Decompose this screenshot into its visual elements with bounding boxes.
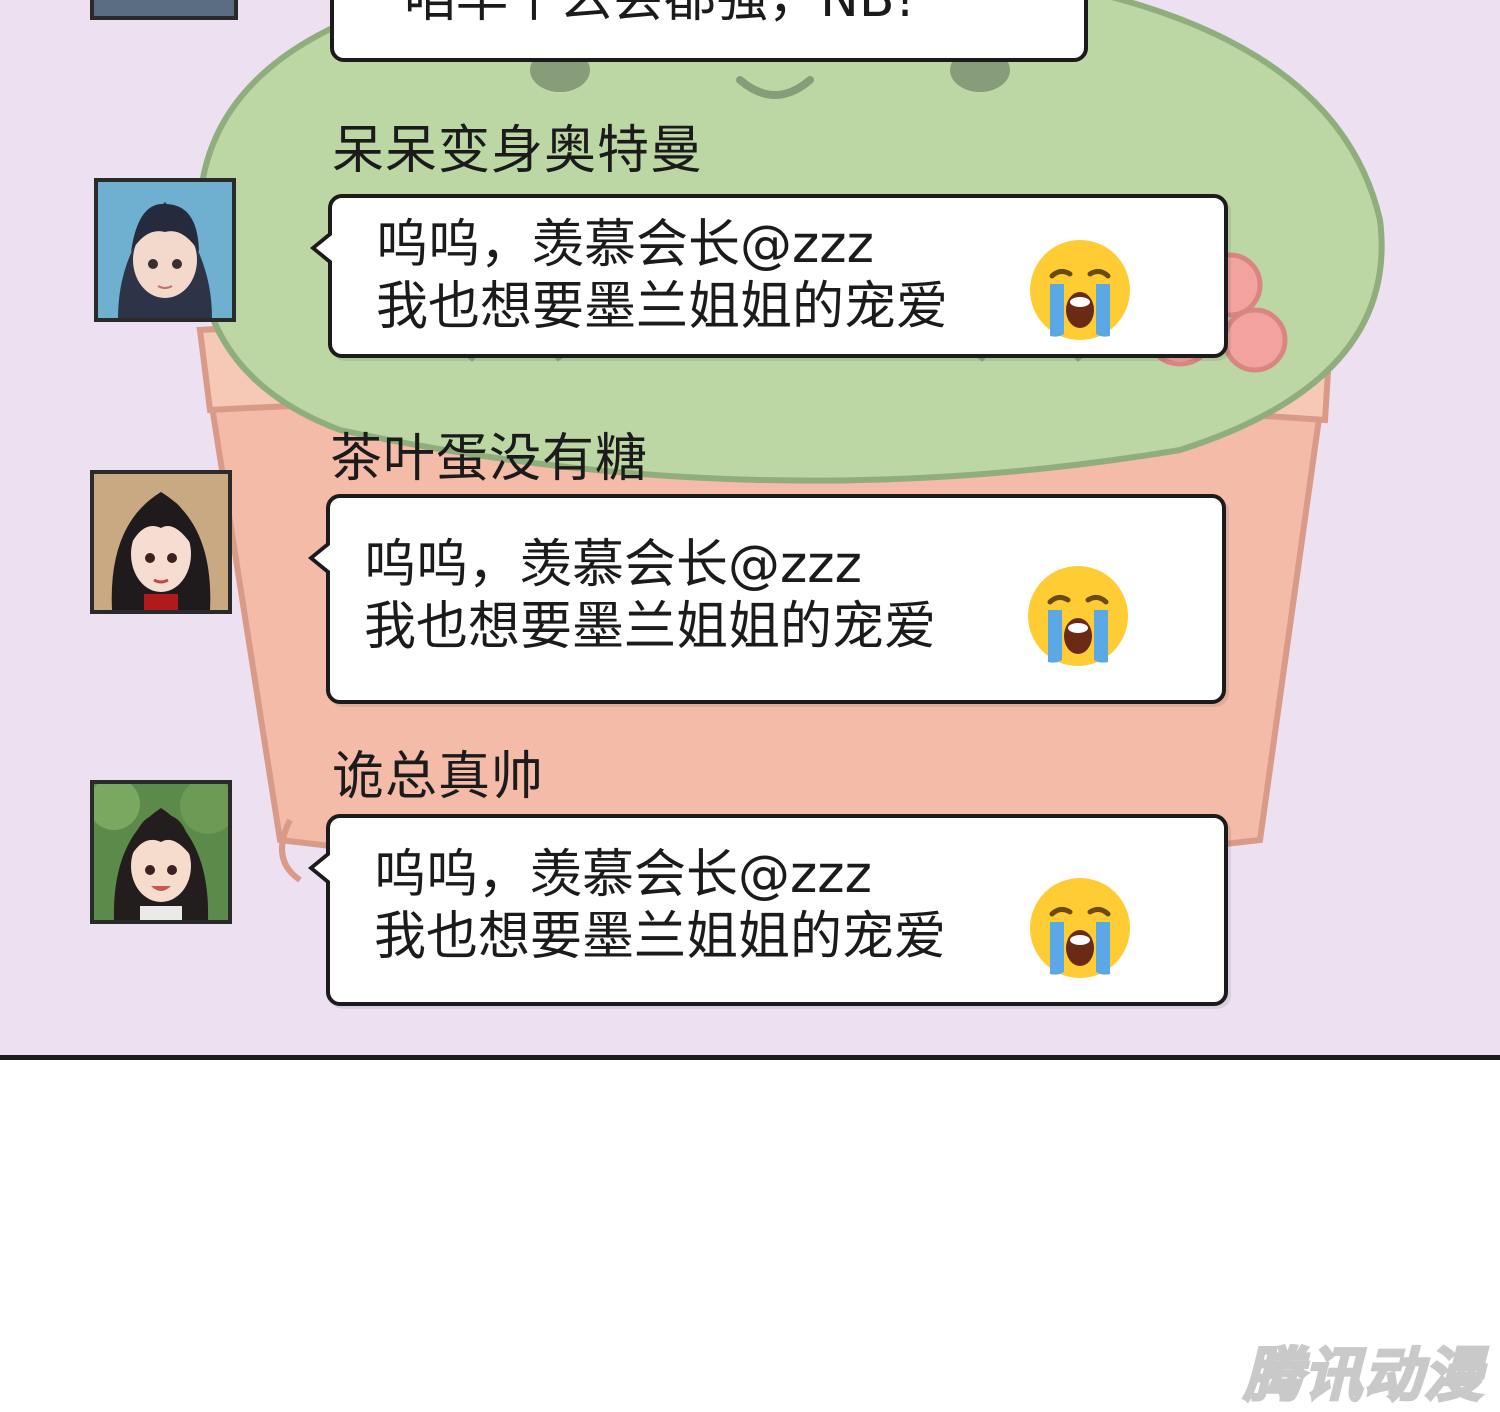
- message-line-1: 呜呜，羡慕会长@zzz: [376, 215, 874, 275]
- message-text: 呜呜，羡慕会长@zzz 我也想要墨兰姐姐的宠爱: [364, 534, 936, 658]
- avatar-user-1[interactable]: [94, 178, 236, 322]
- message-line-2: 我也想要墨兰姐姐的宠爱: [374, 907, 947, 967]
- sender-name: 茶叶蛋没有糖: [330, 429, 649, 489]
- message-bubble: 呜呜，羡慕会长@zzz 我也想要墨兰姐姐的宠爱: [310, 194, 1228, 358]
- message-line-1: 呜呜，羡慕会长@zzz: [374, 845, 872, 905]
- message-text: 呜呜，羡慕会长@zzz 我也想要墨兰姐姐的宠爱: [374, 844, 946, 968]
- sender-name: 诡总真帅: [332, 747, 545, 807]
- message-line-2: 我也想要墨兰姐姐的宠爱: [376, 277, 949, 337]
- message-bubble-top-partial: 咱早个么会都强，NB!: [330, 0, 1088, 62]
- avatar-top-partial[interactable]: [90, 0, 238, 20]
- message-bubble: 呜呜，羡慕会长@zzz 我也想要墨兰姐姐的宠爱: [308, 814, 1228, 1006]
- avatar-user-3[interactable]: [90, 780, 232, 924]
- bubble-tail: [310, 230, 332, 266]
- message-line-1: 呜呜，羡慕会长@zzz: [364, 535, 862, 595]
- bubble-tail: [308, 850, 330, 886]
- loudly-crying-face-icon: [1028, 566, 1128, 666]
- watermark-logo: 腾讯动漫: [1242, 1340, 1485, 1411]
- loudly-crying-face-icon: [1030, 878, 1130, 978]
- avatar-user-2[interactable]: [90, 470, 232, 614]
- chat-panel: 咱早个么会都强，NB! 呆呆变身奥特曼 呜呜，羡慕会长@zzz 我也想要墨兰姐姐…: [0, 0, 1500, 1060]
- bubble-tail: [308, 540, 330, 576]
- message-bubble: 呜呜，羡慕会长@zzz 我也想要墨兰姐姐的宠爱: [308, 494, 1226, 704]
- sender-name: 呆呆变身奥特曼: [332, 121, 704, 181]
- loudly-crying-face-icon: [1030, 240, 1130, 340]
- message-text: 咱早个么会都强，NB!: [404, 0, 915, 31]
- message-line-2: 我也想要墨兰姐姐的宠爱: [364, 597, 937, 657]
- message-text: 呜呜，羡慕会长@zzz 我也想要墨兰姐姐的宠爱: [376, 214, 948, 338]
